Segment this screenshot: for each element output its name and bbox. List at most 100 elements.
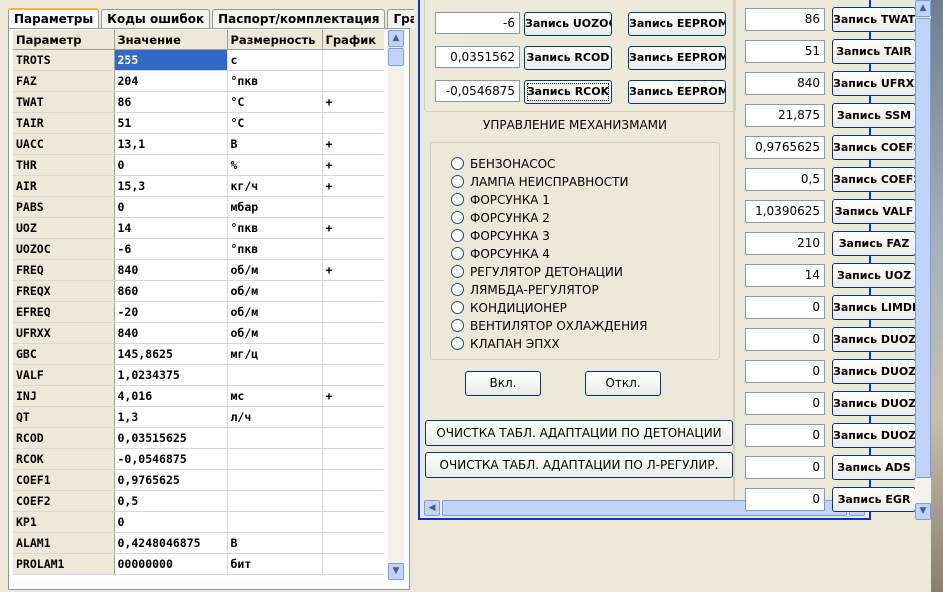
- cell-unit[interactable]: [227, 490, 323, 512]
- cell-param[interactable]: COEF2: [13, 490, 115, 512]
- radio-circle-icon[interactable]: [451, 175, 464, 188]
- right-write-button[interactable]: Запись EGR: [832, 487, 916, 512]
- right-value-field[interactable]: 0,5: [745, 168, 825, 191]
- cell-param[interactable]: TROTS: [13, 49, 115, 71]
- cell-chart[interactable]: [322, 280, 384, 302]
- cell-param[interactable]: TAIR: [13, 112, 115, 134]
- cell-chart[interactable]: [322, 469, 384, 491]
- table-row[interactable]: THR 0% +: [13, 154, 384, 176]
- mechanism-radio[interactable]: ВЕНТИЛЯТОР ОХЛАЖДЕНИЯ: [451, 317, 647, 335]
- cell-value[interactable]: -6: [114, 238, 228, 260]
- cell-value[interactable]: 13,1: [114, 133, 228, 155]
- on-button[interactable]: Вкл.: [465, 371, 541, 396]
- cell-chart[interactable]: [322, 406, 384, 428]
- uozoc-value-field[interactable]: -6: [435, 12, 520, 34]
- cell-param[interactable]: GBC: [13, 343, 115, 365]
- cell-value[interactable]: 1,0234375: [114, 364, 228, 386]
- mechanism-radio[interactable]: РЕГУЛЯТОР ДЕТОНАЦИИ: [451, 263, 623, 281]
- cell-unit[interactable]: [227, 427, 323, 449]
- cell-value[interactable]: 204: [114, 70, 228, 92]
- cell-unit[interactable]: мс: [227, 385, 323, 407]
- cell-chart[interactable]: [322, 322, 384, 344]
- cell-param[interactable]: UOZOC: [13, 238, 115, 260]
- cell-param[interactable]: EFREQ: [13, 301, 115, 323]
- cell-chart[interactable]: [322, 490, 384, 512]
- right-write-button[interactable]: Запись UFRXX: [832, 71, 916, 96]
- cell-chart[interactable]: [322, 70, 384, 92]
- mechanism-radio[interactable]: ФОРСУНКА 1: [451, 191, 550, 209]
- cell-param[interactable]: INJ: [13, 385, 115, 407]
- radio-circle-icon[interactable]: [451, 211, 464, 224]
- cell-chart[interactable]: [322, 343, 384, 365]
- cell-unit[interactable]: °C: [227, 91, 323, 113]
- right-value-field[interactable]: 0,9765625: [745, 136, 825, 159]
- rcod-value-field[interactable]: 0,0351562: [435, 46, 520, 68]
- table-row[interactable]: COEF2 0,5: [13, 490, 384, 512]
- cell-chart[interactable]: [322, 553, 384, 575]
- right-write-button[interactable]: Запись ADS: [832, 455, 916, 480]
- table-row[interactable]: UOZOC -6 °пкв: [13, 238, 384, 260]
- right-value-field[interactable]: 1,0390625: [745, 200, 825, 223]
- cell-param[interactable]: VALF: [13, 364, 115, 386]
- cell-param[interactable]: UOZ: [13, 217, 115, 239]
- radio-circle-icon[interactable]: [451, 283, 464, 296]
- cell-chart[interactable]: [322, 196, 384, 218]
- scroll-left-icon[interactable]: ◀: [424, 500, 440, 516]
- right-write-button[interactable]: Запись DUOZ3: [832, 391, 916, 416]
- table-row[interactable]: PROLAM1 00000000 бит: [13, 553, 384, 575]
- cell-unit[interactable]: об/м: [227, 280, 323, 302]
- cell-chart[interactable]: [322, 511, 384, 533]
- cell-value[interactable]: 0: [114, 511, 228, 533]
- right-value-field[interactable]: 0: [745, 328, 825, 351]
- table-row[interactable]: GBC 145,8625 мг/ц: [13, 343, 384, 365]
- cell-unit[interactable]: °пкв: [227, 70, 323, 92]
- cell-param[interactable]: COEF1: [13, 469, 115, 491]
- scroll-up-icon[interactable]: ▲: [388, 30, 404, 47]
- cell-unit[interactable]: кг/ч: [227, 175, 323, 197]
- mechanism-radio[interactable]: ЛАМПА НЕИСПРАВНОСТИ: [451, 173, 628, 191]
- tab-parameters[interactable]: Параметры: [8, 8, 100, 28]
- cell-value[interactable]: 255: [114, 49, 228, 71]
- right-write-button[interactable]: Запись DUOZ1: [832, 327, 916, 352]
- cell-param[interactable]: FREQX: [13, 280, 115, 302]
- right-write-button[interactable]: Запись DUOZ2: [832, 359, 916, 384]
- table-row[interactable]: UOZ 14 °пкв +: [13, 217, 384, 239]
- right-write-button[interactable]: Запись SSM: [832, 103, 916, 128]
- mechanism-radio[interactable]: ФОРСУНКА 3: [451, 227, 550, 245]
- cell-chart[interactable]: [322, 364, 384, 386]
- radio-circle-icon[interactable]: [451, 319, 464, 332]
- right-value-field[interactable]: 0: [745, 456, 825, 479]
- radio-circle-icon[interactable]: [451, 265, 464, 278]
- right-write-button[interactable]: Запись LIMDET: [832, 295, 916, 320]
- cell-unit[interactable]: бит: [227, 553, 323, 575]
- cell-value[interactable]: 840: [114, 322, 228, 344]
- radio-circle-icon[interactable]: [451, 193, 464, 206]
- cell-param[interactable]: FAZ: [13, 70, 115, 92]
- cell-value[interactable]: 145,8625: [114, 343, 228, 365]
- cell-param[interactable]: KP1: [13, 511, 115, 533]
- right-write-button[interactable]: Запись UOZ: [832, 263, 916, 288]
- col-header-parameter[interactable]: Параметр: [13, 30, 115, 50]
- col-header-unit[interactable]: Размерность: [227, 30, 323, 50]
- right-value-field[interactable]: 86: [745, 8, 825, 31]
- write-rcok-button[interactable]: Запись RCOK: [524, 80, 612, 104]
- col-header-value[interactable]: Значение: [114, 30, 228, 50]
- cell-param[interactable]: THR: [13, 154, 115, 176]
- table-row[interactable]: RCOK -0,0546875: [13, 448, 384, 470]
- cell-chart[interactable]: [322, 238, 384, 260]
- cell-value[interactable]: 86: [114, 91, 228, 113]
- cell-param[interactable]: RCOK: [13, 448, 115, 470]
- table-row[interactable]: EFREQ -20 об/м: [13, 301, 384, 323]
- right-value-field[interactable]: 0: [745, 392, 825, 415]
- off-button[interactable]: Откл.: [585, 371, 661, 396]
- write-uozoc-button[interactable]: Запись UOZOC: [524, 12, 612, 36]
- radio-circle-icon[interactable]: [451, 157, 464, 170]
- cell-param[interactable]: QT: [13, 406, 115, 428]
- cell-unit[interactable]: [227, 469, 323, 491]
- right-vertical-scrollbar[interactable]: ▲ ▼: [915, 0, 931, 520]
- right-write-button[interactable]: Запись VALF: [832, 199, 916, 224]
- mechanism-radio[interactable]: БЕНЗОНАСОС: [451, 155, 555, 173]
- table-row[interactable]: UACC 13,1 B +: [13, 133, 384, 155]
- cell-chart[interactable]: [322, 301, 384, 323]
- cell-value[interactable]: 0,5: [114, 490, 228, 512]
